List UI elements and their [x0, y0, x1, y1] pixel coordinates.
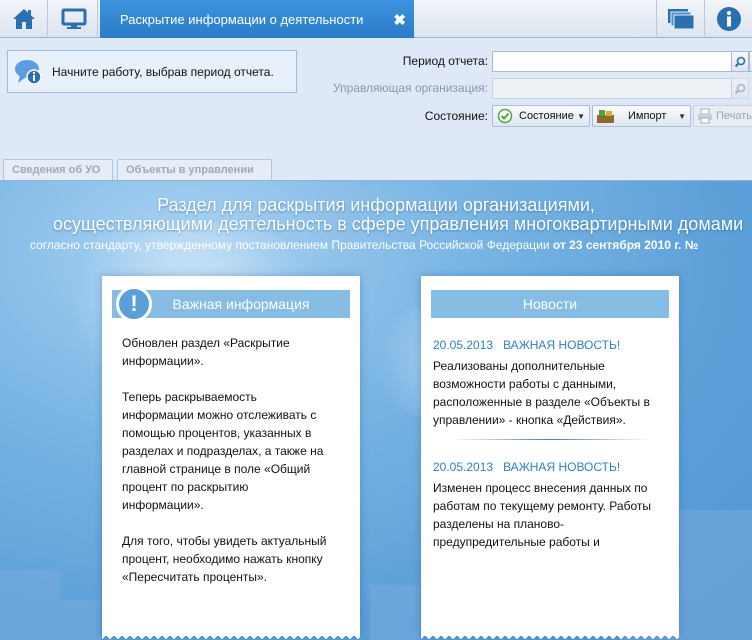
- printer-icon: [698, 108, 712, 124]
- windows-icon: [667, 9, 694, 30]
- info-icon: [716, 7, 741, 31]
- check-circle-icon: [497, 108, 513, 124]
- news-date-line: 20.05.2013 ВАЖНАЯ НОВОСТЬ!: [433, 458, 661, 476]
- desktop-button[interactable]: [50, 0, 98, 38]
- important-para-2: Теперь раскрываемость информации можно о…: [122, 390, 324, 512]
- tab-uo-info-label: Сведения об УО: [12, 164, 101, 176]
- news-item: 20.05.2013 ВАЖНАЯ НОВОСТЬ! Изменен проце…: [433, 458, 661, 569]
- tab-title: Раскрытие информации о деятельности: [120, 11, 364, 27]
- state-button-label: Состояние: [519, 110, 574, 122]
- monitor-icon: [61, 8, 86, 29]
- home-button[interactable]: [0, 0, 48, 38]
- city-building: [60, 600, 100, 640]
- news-date: 20.05.2013: [433, 338, 494, 352]
- card-edge: [421, 634, 679, 640]
- headline-line1: Раздел для раскрытия информации организа…: [157, 195, 595, 215]
- org-search-trigger[interactable]: [731, 78, 749, 99]
- news-date-line: 20.05.2013 ВАЖНАЯ НОВОСТЬ!: [433, 336, 661, 354]
- search-icon: [734, 83, 746, 94]
- news-headline[interactable]: ВАЖНАЯ НОВОСТЬ!: [503, 460, 620, 474]
- chevron-down-icon: ▼: [678, 111, 686, 121]
- important-para-1: Обновлен раздел «Раскрытие информации».: [122, 336, 290, 368]
- exclamation-icon: !: [116, 286, 152, 322]
- subline-date: от 23 сентября 2010 г. №: [552, 238, 699, 252]
- news-divider: [451, 439, 651, 440]
- news-headline[interactable]: ВАЖНАЯ НОВОСТЬ!: [503, 338, 620, 352]
- important-info-header: ! Важная информация: [112, 286, 350, 322]
- subline-text: согласно стандарту, утвержденному постан…: [30, 238, 550, 252]
- import-button[interactable]: Импорт ▼: [592, 105, 691, 127]
- report-form-panel: Начните работу, выбрав период отчета. Пе…: [0, 39, 752, 157]
- home-icon: [12, 9, 35, 29]
- top-tab-bar: Раскрытие информации о деятельности ✖: [0, 0, 752, 38]
- import-icon: [597, 110, 614, 123]
- org-label: Управляющая организация:: [333, 81, 488, 95]
- city-building: [680, 510, 752, 640]
- hint-text: Начните работу, выбрав период отчета.: [52, 64, 274, 79]
- tab-disclosure[interactable]: Раскрытие информации о деятельности ✖: [100, 0, 414, 38]
- city-building: [370, 585, 420, 640]
- news-card: Новости 20.05.2013 ВАЖНАЯ НОВОСТЬ! Реали…: [421, 276, 679, 640]
- hint-box: Начните работу, выбрав период отчета.: [7, 50, 297, 93]
- print-button-label: Печать: [716, 110, 752, 122]
- important-info-body: Обновлен раздел «Раскрытие информации». …: [122, 334, 342, 604]
- news-text: Реализованы дополнительные возможности р…: [433, 359, 650, 427]
- state-label: Состояние:: [424, 109, 488, 123]
- tab-managed-objects[interactable]: Объекты в управлении: [117, 159, 272, 180]
- important-info-title: Важная информация: [172, 296, 310, 312]
- tab-managed-objects-label: Объекты в управлении: [126, 164, 254, 176]
- news-date: 20.05.2013: [433, 460, 494, 474]
- windows-button[interactable]: [656, 0, 704, 38]
- org-field[interactable]: [492, 78, 732, 99]
- main-content: Раздел для раскрытия информации организа…: [0, 180, 752, 640]
- news-header: Новости: [431, 290, 669, 318]
- state-button[interactable]: Состояние ▼: [492, 105, 590, 127]
- close-icon[interactable]: ✖: [393, 11, 406, 29]
- subline: согласно стандарту, утвержденному постан…: [30, 238, 698, 252]
- chat-info-icon: [15, 59, 42, 85]
- news-text: Изменен процесс внесения данных по работ…: [433, 481, 651, 549]
- city-building: [0, 570, 60, 640]
- news-title: Новости: [522, 296, 578, 312]
- important-info-card: ! Важная информация Обновлен раздел «Рас…: [102, 276, 360, 640]
- tab-uo-info[interactable]: Сведения об УО: [3, 159, 113, 180]
- period-label: Период отчета:: [402, 54, 488, 68]
- card-edge: [102, 634, 360, 640]
- info-button[interactable]: [704, 0, 752, 38]
- import-button-label: Импорт: [628, 110, 667, 122]
- important-para-3: Для того, чтобы увидеть актуальный проце…: [122, 534, 327, 584]
- period-field[interactable]: [492, 51, 732, 72]
- chevron-down-icon: ▼: [577, 111, 585, 121]
- headline-line2: осуществляющими деятельность в сфере упр…: [53, 214, 744, 234]
- search-icon: [734, 56, 746, 67]
- period-search-trigger[interactable]: [731, 51, 749, 72]
- print-button[interactable]: Печать: [693, 105, 752, 127]
- news-item: 20.05.2013 ВАЖНАЯ НОВОСТЬ! Реализованы д…: [433, 336, 661, 447]
